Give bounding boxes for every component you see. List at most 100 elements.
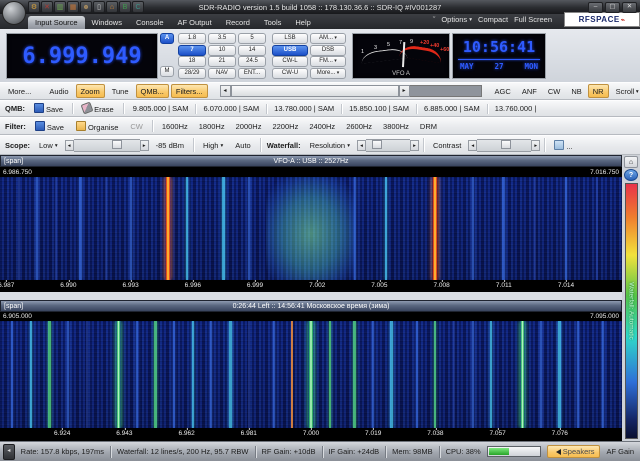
waterfall-resolution-dropdown[interactable]: Resolution ▾ <box>305 138 355 152</box>
mode-button-dsb[interactable]: DSB <box>310 45 346 56</box>
memory-button[interactable]: M <box>160 66 174 77</box>
tools-icon[interactable]: ✕ <box>41 1 53 13</box>
compact-button[interactable]: Compact <box>478 15 508 24</box>
maximize-button[interactable]: ▢ <box>605 2 620 13</box>
filter-width-1800hz[interactable]: 1800Hz <box>194 119 230 133</box>
qmb-entry[interactable]: 15.850.100 | SAM <box>344 102 414 116</box>
agc-button[interactable]: AGC <box>490 84 516 98</box>
tab-af-output[interactable]: AF Output <box>171 16 219 29</box>
slider-track[interactable] <box>366 139 410 152</box>
scope-level-value[interactable]: -85 dBm <box>151 138 189 152</box>
tab-tools[interactable]: Tools <box>257 16 289 29</box>
scope-high-dropdown[interactable]: High ▾ <box>198 138 228 152</box>
gear-icon[interactable]: ⚙ <box>28 1 40 13</box>
filter-width-3800hz[interactable]: 3800Hz <box>378 119 414 133</box>
options-menu[interactable]: Options ▾ <box>441 15 472 24</box>
calendar-icon[interactable]: ▦ <box>67 1 79 13</box>
waterfall1-header[interactable]: [span] VFO-A :: USB :: 2527Hz <box>0 155 622 167</box>
filter-width-drm[interactable]: DRM <box>415 119 442 133</box>
filter-width-2200hz[interactable]: 2200Hz <box>267 119 303 133</box>
band-button-28-29[interactable]: 28/29 <box>178 68 206 79</box>
home-icon[interactable]: ⌂ <box>106 1 118 13</box>
mode-button-usb[interactable]: USB <box>272 45 308 56</box>
nr-button[interactable]: NR <box>588 84 609 98</box>
qmb-entry[interactable]: 13.780.000 | SAM <box>269 102 339 116</box>
nb-button[interactable]: NB <box>566 84 586 98</box>
help-icon[interactable]: ? <box>624 169 638 181</box>
document-icon[interactable]: ▯ <box>93 1 105 13</box>
mode-button-fm[interactable]: FM... ▾ <box>310 56 346 67</box>
band-button-3.5[interactable]: 3.5 <box>208 33 236 44</box>
frequency-display[interactable]: 6.999.949 <box>6 33 158 79</box>
filter-cw-button[interactable]: CW <box>125 119 148 133</box>
slider-thumb[interactable] <box>501 140 511 149</box>
band-button-ENT...[interactable]: ENT... <box>238 68 266 79</box>
band-button-1.8[interactable]: 1.8 <box>178 33 206 44</box>
speakers-button[interactable]: Speakers <box>547 445 601 458</box>
more-button[interactable]: More... <box>3 84 36 98</box>
qmb-save-button[interactable]: Save <box>29 101 68 117</box>
collapse-panel-button[interactable]: ⌂ <box>624 156 638 168</box>
slider-track[interactable] <box>74 139 140 152</box>
fullscreen-button[interactable]: Full Screen <box>514 15 552 24</box>
band-button-24.5[interactable]: 24.5 <box>238 56 266 67</box>
qmb-entry[interactable]: 6.885.000 | SAM <box>419 102 485 116</box>
tuning-scrollbar[interactable]: ◂ ▸ <box>220 85 482 97</box>
slider-left-arrow[interactable]: ◂ <box>468 140 477 151</box>
tab-windows[interactable]: Windows <box>85 16 129 29</box>
scroll-dropdown[interactable]: Scroll ▾ <box>611 84 640 98</box>
waterfall-resolution-slider[interactable]: ◂▸ <box>357 140 419 151</box>
scroll-left-button[interactable]: ◂ <box>220 85 231 97</box>
c-badge[interactable]: C <box>132 1 144 13</box>
band-button-14[interactable]: 14 <box>238 45 266 56</box>
b-badge[interactable]: B <box>119 1 131 13</box>
band-button-NAV[interactable]: NAV <box>208 68 236 79</box>
scope-level-slider[interactable]: ◂▸ <box>65 140 149 151</box>
band-button-21[interactable]: 21 <box>208 56 236 67</box>
slider-left-arrow[interactable]: ◂ <box>65 140 74 151</box>
filter-width-2000hz[interactable]: 2000Hz <box>231 119 267 133</box>
slider-thumb[interactable] <box>372 140 382 149</box>
qmb-entry[interactable]: 6.070.000 | SAM <box>198 102 264 116</box>
tab-console[interactable]: Console <box>129 16 171 29</box>
waterfall1-display[interactable] <box>0 177 622 280</box>
waterfall-customise-button[interactable]: ... <box>549 137 577 153</box>
user-icon[interactable]: ☻ <box>80 1 92 13</box>
qmb-entry[interactable]: 13.760.000 | <box>490 102 542 116</box>
qmb-entry[interactable]: 9.805.000 | SAM <box>128 102 194 116</box>
scope-auto-button[interactable]: Auto <box>230 138 255 152</box>
band-button-18[interactable]: 18 <box>178 56 206 67</box>
vfo-a-button[interactable]: A <box>160 33 174 44</box>
mode-button-cwu[interactable]: CW-U <box>272 68 308 79</box>
waterfall2-header[interactable]: [span] 0:26:44 Left :: 14:56:41 Московск… <box>0 300 622 312</box>
display-icon[interactable]: ▥ <box>54 1 66 13</box>
tab-help[interactable]: Help <box>288 16 317 29</box>
zoom-toggle-button[interactable]: Zoom <box>76 84 105 98</box>
anf-button[interactable]: ANF <box>517 84 542 98</box>
tab-record[interactable]: Record <box>219 16 257 29</box>
slider-track[interactable] <box>477 139 531 152</box>
slider-right-arrow[interactable]: ▸ <box>140 140 149 151</box>
filters-toggle-button[interactable]: Filters... <box>171 84 208 98</box>
cw-button[interactable]: CW <box>543 84 566 98</box>
qmb-erase-button[interactable]: Erase <box>77 101 119 117</box>
qmb-toggle-button[interactable]: QMB... <box>136 84 169 98</box>
slider-thumb[interactable] <box>112 140 122 149</box>
filter-organise-button[interactable]: Organise <box>71 118 123 134</box>
filter-width-1600hz[interactable]: 1600Hz <box>157 119 193 133</box>
status-scroll-button[interactable]: ◂ <box>3 444 15 460</box>
chevron-down-icon[interactable]: ˇ <box>433 15 436 24</box>
tune-toggle-button[interactable]: Tune <box>107 84 134 98</box>
slider-right-arrow[interactable]: ▸ <box>531 140 540 151</box>
scrollbar-track[interactable] <box>410 85 482 97</box>
tab-input-source[interactable]: Input Source <box>28 16 85 29</box>
waterfall-contrast-slider[interactable]: ◂▸ <box>468 140 540 151</box>
waterfall-palette-bar[interactable]: Waterfall: Automatic <box>625 183 638 439</box>
audio-toggle-button[interactable]: Audio <box>44 84 73 98</box>
minimize-button[interactable]: – <box>588 2 603 13</box>
mode-button-cwl[interactable]: CW-L <box>272 56 308 67</box>
close-button[interactable]: ✕ <box>622 2 637 13</box>
mode-button-am[interactable]: AM... ▾ <box>310 33 346 44</box>
app-orb-button[interactable] <box>2 1 26 25</box>
filter-width-2600hz[interactable]: 2600Hz <box>341 119 377 133</box>
